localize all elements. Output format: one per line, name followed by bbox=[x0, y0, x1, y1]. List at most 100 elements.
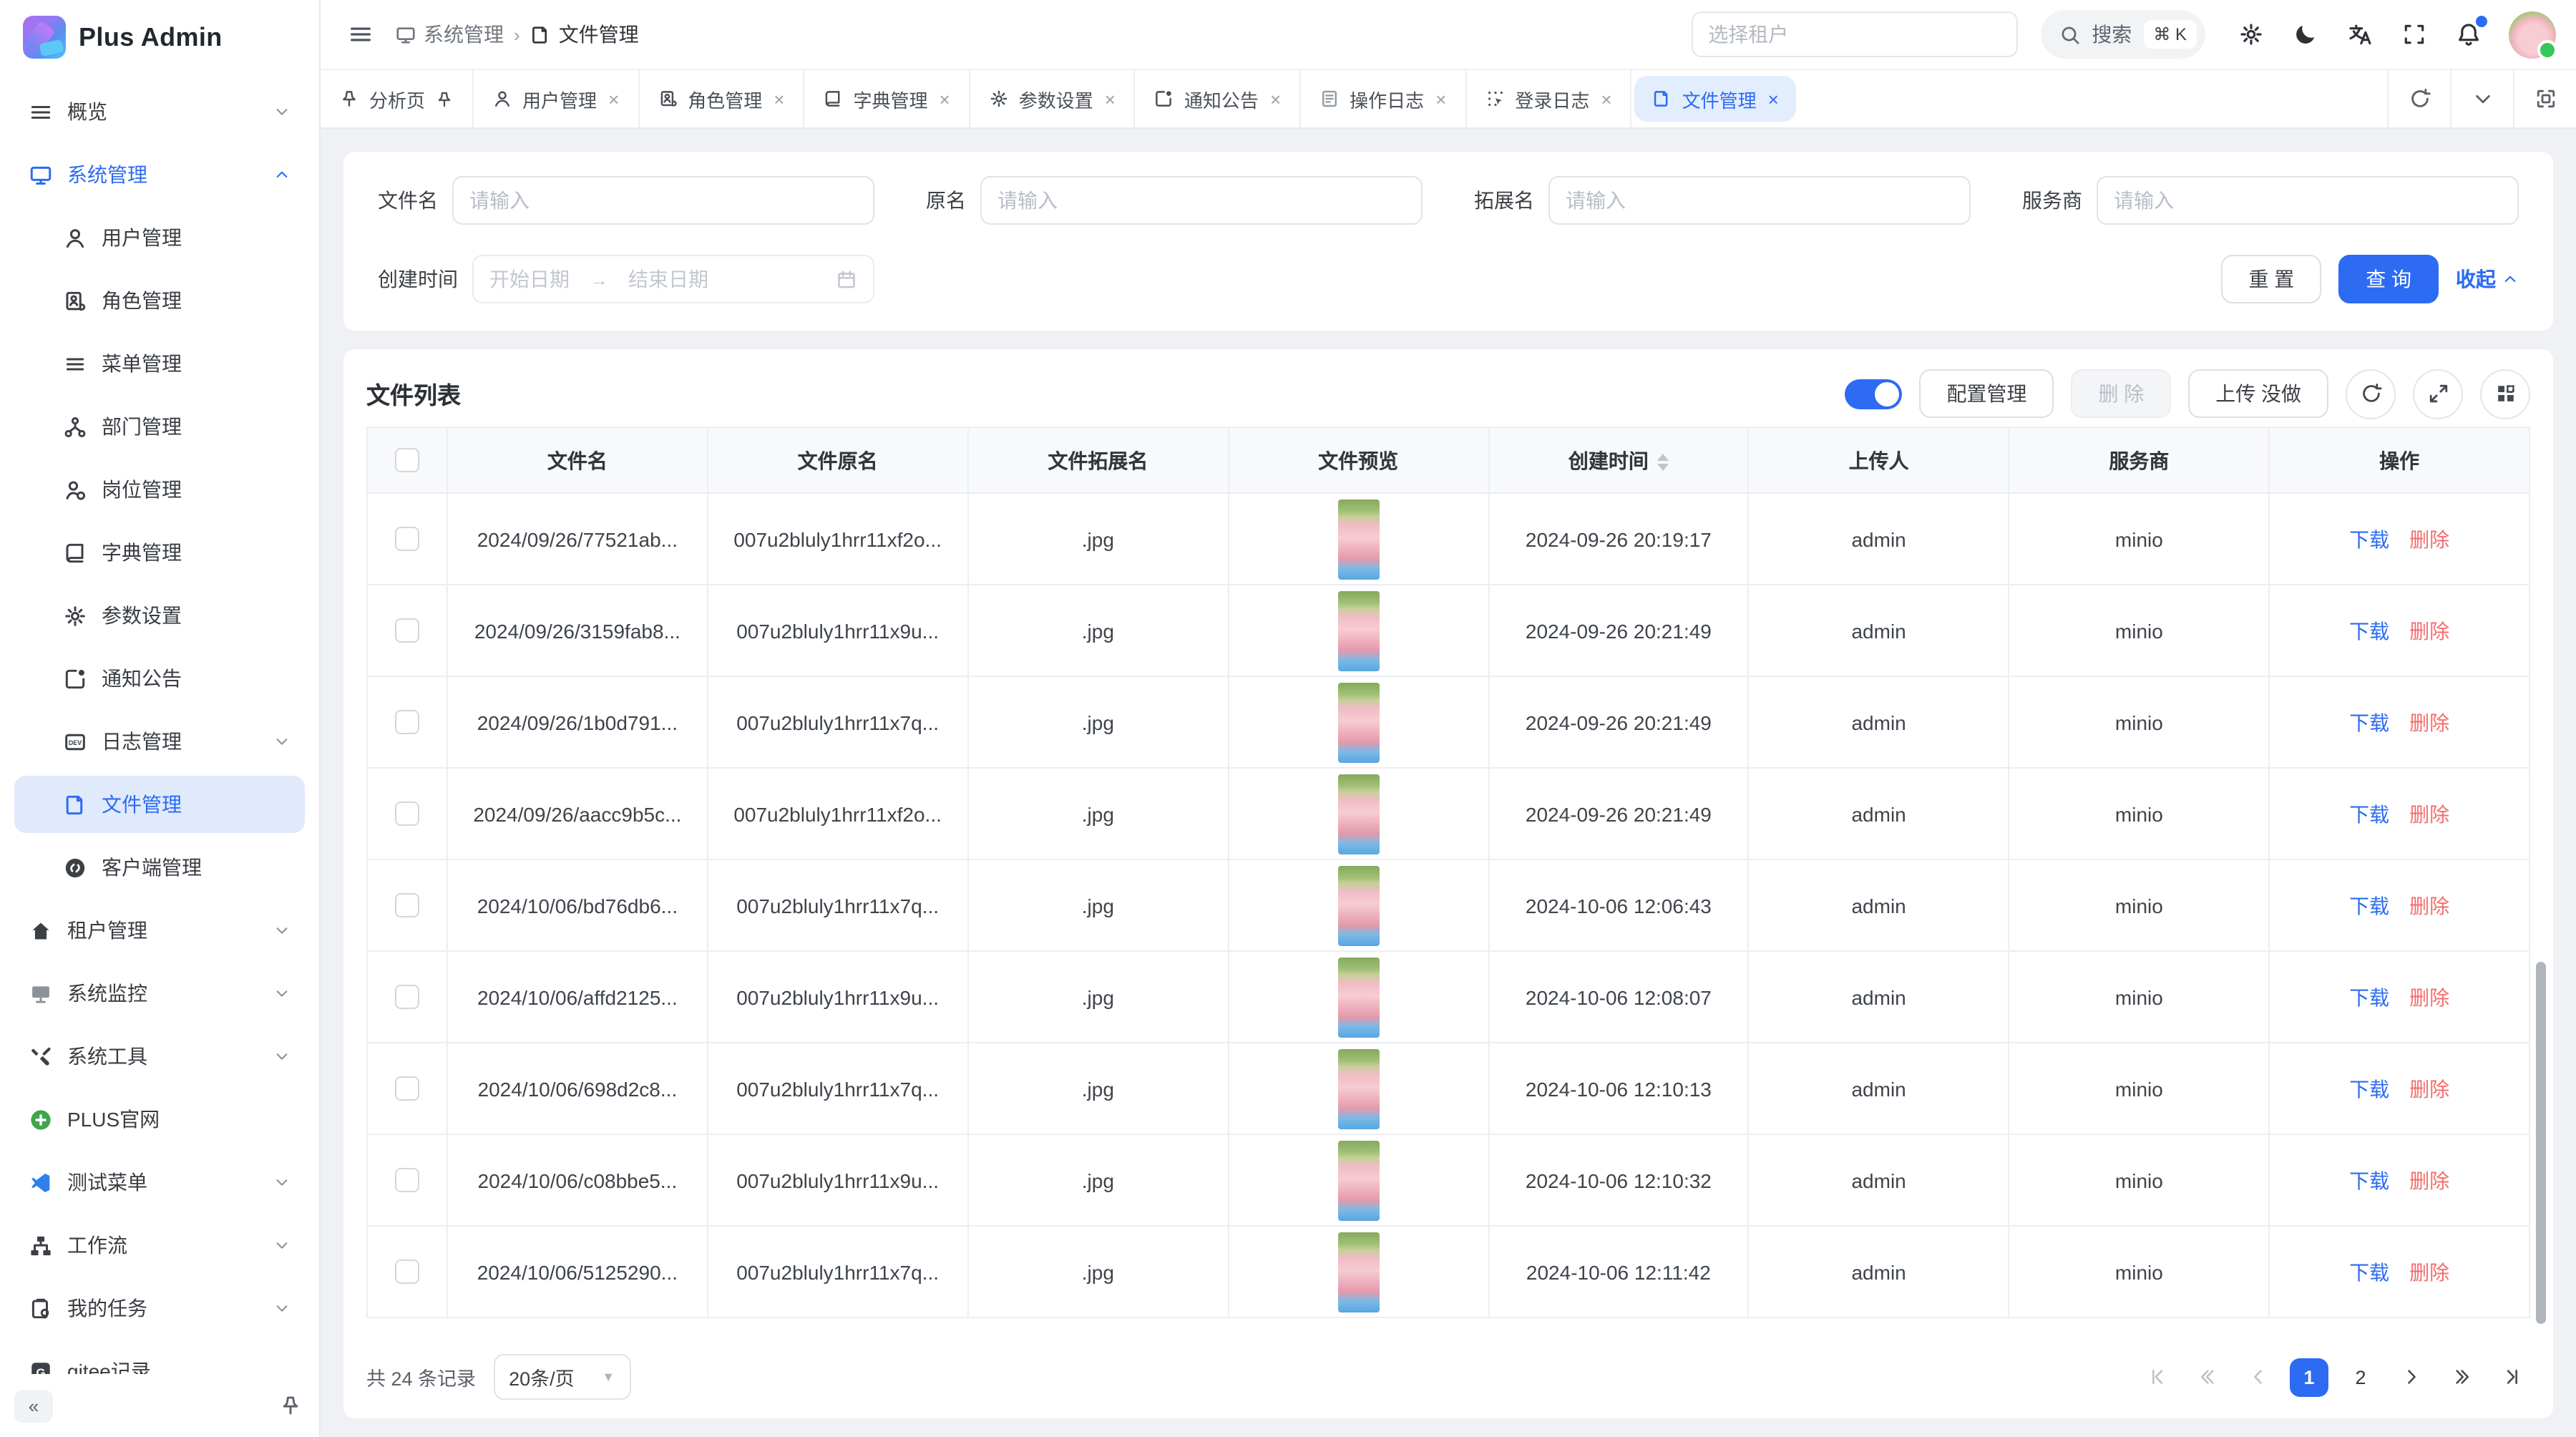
sidebar-item-test-menu[interactable]: 测试菜单 bbox=[14, 1154, 305, 1211]
column-settings-icon[interactable] bbox=[2480, 369, 2530, 419]
tab-op-log[interactable]: 操作日志× bbox=[1301, 70, 1466, 127]
sidebar-item-tenants[interactable]: 租户管理 bbox=[14, 902, 305, 959]
jump-forward-button[interactable] bbox=[2443, 1358, 2480, 1395]
column-header-created[interactable]: 创建时间 bbox=[1488, 427, 1749, 493]
row-checkbox[interactable] bbox=[395, 619, 419, 643]
sidebar-item-dictionary[interactable]: 字典管理 bbox=[14, 524, 305, 581]
search-button[interactable]: 查 询 bbox=[2338, 255, 2439, 303]
user-avatar[interactable] bbox=[2509, 11, 2556, 58]
file-preview-thumbnail[interactable] bbox=[1337, 774, 1379, 854]
page-size-select[interactable]: 20条/页 ▼ bbox=[493, 1354, 630, 1400]
close-tab-icon[interactable]: × bbox=[1270, 89, 1281, 108]
collapse-filters-link[interactable]: 收起 bbox=[2456, 265, 2519, 293]
delete-link[interactable]: 删除 bbox=[2409, 1260, 2449, 1283]
delete-link[interactable]: 删除 bbox=[2409, 1077, 2449, 1100]
sidebar-item-gitee-log[interactable]: Ggitee记录 bbox=[14, 1343, 305, 1374]
row-checkbox[interactable] bbox=[395, 711, 419, 735]
close-tab-icon[interactable]: × bbox=[608, 89, 619, 108]
prev-page-button[interactable] bbox=[2240, 1358, 2277, 1395]
notifications-bell-icon[interactable] bbox=[2446, 10, 2492, 59]
tenant-select[interactable]: 选择租户 bbox=[1691, 11, 2017, 57]
file-preview-thumbnail[interactable] bbox=[1337, 865, 1379, 945]
delete-button[interactable]: 删 除 bbox=[2071, 369, 2171, 418]
sidebar-item-clients[interactable]: 客户端管理 bbox=[14, 839, 305, 896]
sidebar-item-notices[interactable]: 通知公告 bbox=[14, 650, 305, 707]
delete-link[interactable]: 删除 bbox=[2409, 802, 2449, 825]
page-button-1[interactable]: 1 bbox=[2290, 1358, 2328, 1396]
page-button-2[interactable]: 2 bbox=[2341, 1358, 2380, 1396]
download-link[interactable]: 下载 bbox=[2349, 802, 2389, 825]
tab-users[interactable]: 用户管理× bbox=[474, 70, 639, 127]
extension-input[interactable]: 请输入 bbox=[1548, 176, 1971, 225]
download-link[interactable]: 下载 bbox=[2349, 1077, 2389, 1100]
file-preview-thumbnail[interactable] bbox=[1337, 957, 1379, 1037]
refresh-table-icon[interactable] bbox=[2346, 369, 2396, 419]
file-preview-thumbnail[interactable] bbox=[1337, 590, 1379, 671]
file-preview-thumbnail[interactable] bbox=[1337, 682, 1379, 762]
close-tab-icon[interactable]: × bbox=[774, 89, 784, 108]
fullscreen-icon[interactable] bbox=[2391, 10, 2437, 59]
language-translate-icon[interactable] bbox=[2337, 10, 2383, 59]
row-checkbox[interactable] bbox=[395, 985, 419, 1010]
close-tab-icon[interactable]: × bbox=[940, 89, 950, 108]
file-preview-thumbnail[interactable] bbox=[1337, 1048, 1379, 1129]
orig-name-input[interactable]: 请输入 bbox=[980, 176, 1423, 225]
next-page-button[interactable] bbox=[2393, 1358, 2430, 1395]
sidebar-item-parameters[interactable]: 参数设置 bbox=[14, 587, 305, 644]
tab-dictionary[interactable]: 字典管理× bbox=[804, 70, 970, 127]
file-preview-thumbnail[interactable] bbox=[1337, 1232, 1379, 1312]
table-scrollbar-thumb[interactable] bbox=[2536, 962, 2546, 1324]
row-checkbox[interactable] bbox=[395, 1077, 419, 1101]
sidebar-item-my-tasks[interactable]: 我的任务 bbox=[14, 1280, 305, 1337]
file-preview-thumbnail[interactable] bbox=[1337, 499, 1379, 579]
content-maximize-icon[interactable] bbox=[2513, 70, 2576, 127]
tab-analysis[interactable]: 分析页 bbox=[321, 70, 474, 127]
select-all-checkbox[interactable] bbox=[395, 449, 419, 473]
reset-button[interactable]: 重 置 bbox=[2221, 255, 2321, 303]
sidebar-item-posts[interactable]: 岗位管理 bbox=[14, 461, 305, 518]
tab-roles[interactable]: 角色管理× bbox=[639, 70, 804, 127]
settings-gear-icon[interactable] bbox=[2228, 10, 2274, 59]
tab-notices[interactable]: 通知公告× bbox=[1136, 70, 1301, 127]
download-link[interactable]: 下载 bbox=[2349, 985, 2389, 1008]
sidebar-toggle-icon[interactable] bbox=[338, 10, 384, 59]
download-link[interactable]: 下载 bbox=[2349, 619, 2389, 642]
last-page-button[interactable] bbox=[2493, 1358, 2530, 1395]
sidebar-item-files[interactable]: 文件管理 bbox=[14, 776, 305, 833]
sidebar-item-system[interactable]: 系统管理 bbox=[14, 146, 305, 203]
sidebar-item-monitoring[interactable]: 系统监控 bbox=[14, 965, 305, 1022]
sort-icon[interactable] bbox=[1657, 454, 1669, 471]
download-link[interactable]: 下载 bbox=[2349, 1260, 2389, 1283]
delete-link[interactable]: 删除 bbox=[2409, 894, 2449, 917]
delete-link[interactable]: 删除 bbox=[2409, 1169, 2449, 1192]
refresh-tab-icon[interactable] bbox=[2387, 70, 2450, 127]
tab-login-log[interactable]: 登录日志× bbox=[1466, 70, 1631, 127]
first-page-button[interactable] bbox=[2140, 1358, 2177, 1395]
download-link[interactable]: 下载 bbox=[2349, 894, 2389, 917]
row-checkbox[interactable] bbox=[395, 1260, 419, 1285]
provider-input[interactable]: 请输入 bbox=[2097, 176, 2519, 225]
download-link[interactable]: 下载 bbox=[2349, 527, 2389, 550]
close-tab-icon[interactable]: × bbox=[1601, 89, 1611, 108]
date-range-input[interactable]: 开始日期 → 结束日期 bbox=[472, 255, 874, 303]
delete-link[interactable]: 删除 bbox=[2409, 711, 2449, 734]
app-logo[interactable]: Plus Admin bbox=[0, 0, 319, 74]
row-checkbox[interactable] bbox=[395, 894, 419, 918]
sidebar-item-users[interactable]: 用户管理 bbox=[14, 209, 305, 266]
close-tab-icon[interactable]: × bbox=[1768, 89, 1779, 108]
sidebar-item-menus[interactable]: 菜单管理 bbox=[14, 335, 305, 392]
sidebar-item-workflow[interactable]: 工作流 bbox=[14, 1217, 305, 1274]
close-tab-icon[interactable]: × bbox=[1105, 89, 1116, 108]
row-checkbox[interactable] bbox=[395, 1169, 419, 1193]
global-search[interactable]: 搜索 ⌘ K bbox=[2040, 10, 2205, 59]
tab-menu-chevron-icon[interactable] bbox=[2450, 70, 2513, 127]
row-checkbox[interactable] bbox=[395, 527, 419, 552]
upload-button[interactable]: 上传 没做 bbox=[2188, 369, 2328, 418]
delete-link[interactable]: 删除 bbox=[2409, 619, 2449, 642]
download-link[interactable]: 下载 bbox=[2349, 711, 2389, 734]
sidebar-item-roles[interactable]: 角色管理 bbox=[14, 272, 305, 329]
sidebar-item-plus-site[interactable]: PLUS官网 bbox=[14, 1091, 305, 1148]
sidebar-pin-icon[interactable] bbox=[279, 1394, 302, 1417]
sidebar-collapse-button[interactable]: « bbox=[14, 1389, 53, 1422]
download-link[interactable]: 下载 bbox=[2349, 1169, 2389, 1192]
